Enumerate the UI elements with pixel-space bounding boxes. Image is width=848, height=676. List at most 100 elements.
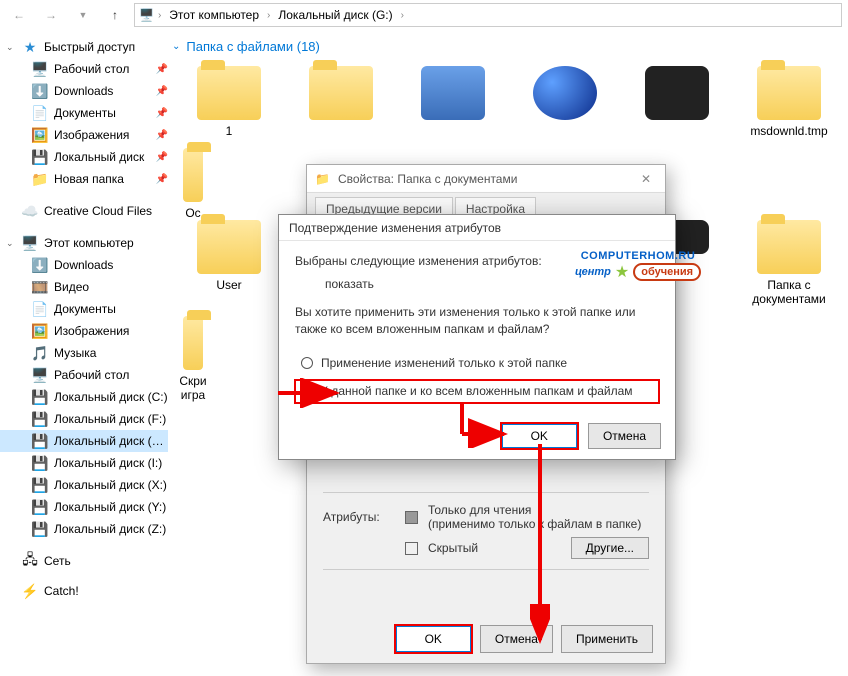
folder-icon bbox=[183, 148, 203, 202]
folder-icon bbox=[183, 316, 203, 370]
tree-item[interactable]: ⬇️Downloads bbox=[0, 254, 168, 276]
tree-localdisk[interactable]: 💾Локальный диск📌 bbox=[0, 146, 168, 168]
tree-item[interactable]: 🎵Музыка bbox=[0, 342, 168, 364]
cancel-button[interactable]: Отмена bbox=[588, 423, 661, 449]
radio-folder-only[interactable]: Применение изменений только к этой папке bbox=[295, 352, 659, 375]
drive-icon: 💾 bbox=[31, 432, 49, 450]
folder-item[interactable]: msdownld.tmp bbox=[738, 66, 840, 138]
tree-item[interactable]: 💾Локальный диск (C:) bbox=[0, 386, 168, 408]
tree-item[interactable]: 💾Локальный диск (Y:) bbox=[0, 496, 168, 518]
confirm-msg2: Вы хотите применить эти изменения только… bbox=[295, 304, 659, 339]
drive-icon: 💾 bbox=[31, 388, 49, 406]
group-header[interactable]: ⌄ Папка с файлами (18) bbox=[168, 32, 848, 60]
desktop-icon: 🖥️ bbox=[31, 60, 49, 78]
breadcrumb-drive[interactable]: Локальный диск (G:) bbox=[274, 8, 396, 22]
pin-icon: 📌 bbox=[156, 174, 168, 185]
star-icon: ★ bbox=[21, 38, 39, 56]
app-icon bbox=[421, 66, 485, 120]
tree-documents[interactable]: 📄Документы📌 bbox=[0, 102, 168, 124]
drive-icon: 💾 bbox=[31, 410, 49, 428]
tree-newfolder[interactable]: 📁Новая папка📌 bbox=[0, 168, 168, 190]
pin-icon: 📌 bbox=[156, 152, 168, 163]
tree-item[interactable]: 🖥️Рабочий стол bbox=[0, 364, 168, 386]
folder-item[interactable] bbox=[402, 66, 504, 138]
back-button[interactable]: ← bbox=[6, 3, 32, 27]
folder-item[interactable]: Скри игра bbox=[178, 316, 208, 402]
drive-icon: 💾 bbox=[31, 498, 49, 516]
forward-button[interactable]: → bbox=[38, 3, 64, 27]
tree-creative-cloud[interactable]: ☁️Creative Cloud Files bbox=[0, 200, 168, 222]
dialog-title: Свойства: Папка с документами bbox=[338, 172, 517, 186]
drive-icon: 💾 bbox=[31, 148, 49, 166]
pin-icon: 📌 bbox=[156, 130, 168, 141]
dialog-title: Подтверждение изменения атрибутов bbox=[279, 215, 675, 241]
other-button[interactable]: Другие... bbox=[571, 537, 649, 559]
tree-downloads[interactable]: ⬇️Downloads📌 bbox=[0, 80, 168, 102]
folder-item[interactable] bbox=[514, 66, 616, 138]
tree-network[interactable]: 🖧Сеть bbox=[0, 550, 168, 572]
folder-icon: 📁 bbox=[315, 172, 330, 186]
chevron-icon: › bbox=[267, 10, 270, 21]
hidden-checkbox[interactable] bbox=[405, 542, 418, 555]
tree-item[interactable]: 💾Локальный диск (F:) bbox=[0, 408, 168, 430]
video-icon: 🎞️ bbox=[31, 278, 49, 296]
ok-button[interactable]: OK bbox=[501, 423, 578, 449]
tree-item[interactable]: 💾Локальный диск (I:) bbox=[0, 452, 168, 474]
downloads-icon: ⬇️ bbox=[31, 256, 49, 274]
folder-icon bbox=[757, 220, 821, 274]
tree-quick-access[interactable]: ⌄★ Быстрый доступ bbox=[0, 36, 168, 58]
folder-icon bbox=[197, 66, 261, 120]
address-input[interactable]: 🖥️ › Этот компьютер › Локальный диск (G:… bbox=[134, 3, 842, 27]
pictures-icon: 🖼️ bbox=[31, 126, 49, 144]
apply-button[interactable]: Применить bbox=[561, 625, 653, 653]
attributes-label: Атрибуты: bbox=[323, 510, 395, 524]
folder-item[interactable] bbox=[626, 66, 728, 138]
tree-item[interactable]: 💾Локальный диск (X:) bbox=[0, 474, 168, 496]
network-icon: 🖧 bbox=[21, 552, 39, 570]
folder-icon bbox=[197, 220, 261, 274]
tree-this-pc[interactable]: ⌄🖥️Этот компьютер bbox=[0, 232, 168, 254]
folder-icon: 📁 bbox=[31, 170, 49, 188]
tree-catch[interactable]: ⚡Catch! bbox=[0, 580, 168, 602]
tree-item[interactable]: 📄Документы bbox=[0, 298, 168, 320]
readonly-label: Только для чтения bbox=[428, 503, 531, 517]
pictures-icon: 🖼️ bbox=[31, 322, 49, 340]
folder-item[interactable]: User bbox=[178, 220, 280, 306]
folder-item[interactable]: 1 bbox=[178, 66, 280, 138]
music-icon: 🎵 bbox=[31, 344, 49, 362]
confirm-dialog: Подтверждение изменения атрибутов Выбран… bbox=[278, 214, 676, 460]
breadcrumb-this-pc[interactable]: Этот компьютер bbox=[165, 8, 263, 22]
folder-item[interactable] bbox=[290, 66, 392, 138]
globe-icon bbox=[533, 66, 597, 120]
hidden-label: Скрытый bbox=[428, 541, 478, 555]
folder-item[interactable]: Папка с документами bbox=[738, 220, 840, 306]
dropdown-history[interactable]: ▼ bbox=[70, 3, 96, 27]
close-button[interactable]: ✕ bbox=[635, 172, 657, 186]
tree-item[interactable]: 🎞️Видео bbox=[0, 276, 168, 298]
radio-recursive[interactable]: К данной папке и ко всем вложенным папка… bbox=[295, 380, 659, 403]
address-bar: ← → ▼ ↑ 🖥️ › Этот компьютер › Локальный … bbox=[0, 0, 848, 30]
tree-item[interactable]: 💾Локальный диск (Z:) bbox=[0, 518, 168, 540]
cancel-button[interactable]: Отмена bbox=[480, 625, 553, 653]
navigation-tree: ⌄★ Быстрый доступ 🖥️Рабочий стол📌 ⬇️Down… bbox=[0, 32, 168, 676]
chevron-down-icon: ⌄ bbox=[172, 41, 180, 52]
tree-pictures[interactable]: 🖼️Изображения📌 bbox=[0, 124, 168, 146]
tree-item-selected[interactable]: 💾Локальный диск (G:) bbox=[0, 430, 168, 452]
folder-icon bbox=[757, 66, 821, 120]
tree-item[interactable]: 🖼️Изображения bbox=[0, 320, 168, 342]
catch-icon: ⚡ bbox=[21, 582, 39, 600]
confirm-msg1: Выбраны следующие изменения атрибутов: bbox=[295, 253, 659, 270]
pin-icon: 📌 bbox=[156, 64, 168, 75]
pc-icon: 🖥️ bbox=[139, 8, 154, 22]
ok-button[interactable]: OK bbox=[395, 625, 472, 653]
tree-desktop[interactable]: 🖥️Рабочий стол📌 bbox=[0, 58, 168, 80]
desktop-icon: 🖥️ bbox=[31, 366, 49, 384]
folder-item[interactable]: Oc bbox=[178, 148, 208, 220]
drive-icon: 💾 bbox=[31, 476, 49, 494]
up-button[interactable]: ↑ bbox=[102, 3, 128, 27]
readonly-note: (применимо только к файлам в папке) bbox=[428, 517, 641, 531]
confirm-change: показать bbox=[295, 276, 659, 293]
dialog-titlebar[interactable]: 📁 Свойства: Папка с документами ✕ bbox=[307, 165, 665, 193]
pin-icon: 📌 bbox=[156, 108, 168, 119]
readonly-checkbox[interactable] bbox=[405, 511, 418, 524]
